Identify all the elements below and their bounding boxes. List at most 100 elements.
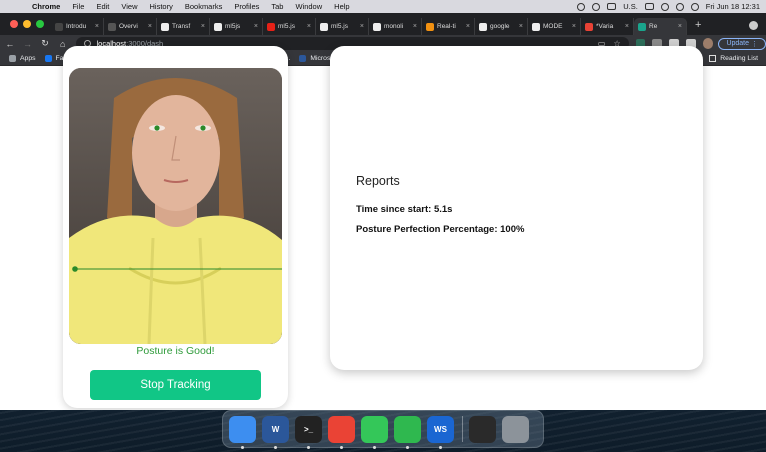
browser-tab[interactable]: Overvi × (104, 18, 157, 35)
mac-dock: W >_ WS (222, 410, 544, 449)
menu-view[interactable]: View (121, 2, 137, 11)
mac-menubar: Chrome File Edit View History Bookmarks … (0, 0, 766, 13)
tab-close-icon[interactable]: × (413, 23, 417, 30)
menu-file[interactable]: File (72, 2, 84, 11)
dock-chrome-icon[interactable] (328, 415, 355, 449)
tab-close-icon[interactable]: × (148, 23, 152, 30)
bookmark-favicon-icon (9, 55, 16, 62)
dock-icon-glyph: WS (434, 424, 447, 434)
profile-avatar[interactable] (702, 38, 714, 49)
screen-record-icon[interactable] (577, 2, 586, 11)
update-label: Update (726, 40, 750, 47)
tab-close-icon[interactable]: × (572, 23, 576, 30)
close-window-button[interactable] (10, 20, 18, 28)
tab-title: google (490, 23, 510, 30)
dock-terminal-icon[interactable]: >_ (295, 415, 322, 449)
wifi-icon[interactable] (660, 2, 669, 11)
webcam-frame (69, 68, 282, 344)
menu-edit[interactable]: Edit (96, 2, 109, 11)
running-indicator (274, 445, 277, 449)
browser-tab[interactable]: ml5.js × (316, 18, 369, 35)
tab-title: ml5.js (278, 23, 295, 30)
dock-recent-app-icon[interactable] (469, 415, 496, 443)
bookmark-label: Apps (20, 55, 36, 62)
chrome-window: Introdu × Overvi × Transf × ml5js × ml5.js × ml5.j… (0, 13, 766, 410)
browser-tab[interactable]: Transf × (157, 18, 210, 35)
browser-tab[interactable]: *Varia × (581, 18, 634, 35)
menu-window[interactable]: Window (295, 2, 322, 11)
menu-help[interactable]: Help (334, 2, 349, 11)
dock-word-icon[interactable]: W (262, 415, 289, 449)
tab-favicon-icon (585, 22, 593, 31)
posture-percentage: Posture Perfection Percentage: 100% (356, 224, 525, 235)
tab-close-icon[interactable]: × (519, 23, 523, 30)
running-indicator (406, 445, 409, 449)
browser-tab[interactable]: monoli × (369, 18, 422, 35)
menubar-clock[interactable]: Fri Jun 18 12:31 (706, 2, 760, 11)
tab-favicon-icon (638, 22, 646, 31)
forward-icon[interactable]: → (20, 39, 36, 49)
dock-messages-icon[interactable] (361, 415, 388, 449)
stop-tracking-button[interactable]: Stop Tracking (90, 370, 261, 400)
browser-tab[interactable]: ml5.js × (263, 18, 316, 35)
camera-card: Posture is Good! Stop Tracking (63, 46, 288, 408)
display-icon[interactable] (607, 3, 617, 10)
dock-finder-icon[interactable] (229, 415, 256, 449)
menu-profiles[interactable]: Profiles (234, 2, 259, 11)
tab-close-icon[interactable]: × (95, 23, 99, 30)
dock-icon-glyph: >_ (303, 424, 314, 434)
browser-tab[interactable]: Real-ti × (422, 18, 475, 35)
tab-favicon-icon (108, 22, 116, 31)
tab-title: Real-ti (437, 23, 456, 30)
bookmark-item[interactable]: Apps (9, 55, 36, 62)
tab-favicon-icon (320, 22, 328, 31)
play-icon[interactable] (592, 2, 601, 11)
browser-tab[interactable]: Introdu × (51, 18, 104, 35)
control-center-icon[interactable] (690, 2, 699, 11)
input-source-label[interactable]: U.S. (623, 2, 638, 11)
trash-icon[interactable] (502, 415, 529, 443)
tab-search-icon[interactable] (749, 21, 758, 30)
new-tab-button[interactable]: + (695, 19, 701, 31)
browser-tab[interactable]: google × (475, 18, 528, 35)
running-indicator (241, 445, 244, 449)
spotlight-search-icon[interactable] (675, 2, 684, 11)
maximize-window-button[interactable] (36, 20, 44, 28)
dashboard-page: Posture is Good! Stop Tracking Reports T… (0, 46, 766, 410)
browser-tab[interactable]: MODE × (528, 18, 581, 35)
dock-webstorm-icon[interactable]: WS (427, 415, 454, 449)
tab-favicon-icon (373, 22, 381, 31)
menu-tab[interactable]: Tab (271, 2, 283, 11)
reload-icon[interactable]: ↻ (37, 38, 53, 49)
menu-bookmarks[interactable]: Bookmarks (185, 2, 223, 11)
bookmark-favicon-icon (44, 55, 52, 62)
battery-icon[interactable] (644, 3, 654, 10)
tab-close-icon[interactable]: × (466, 23, 470, 30)
menu-app-name[interactable]: Chrome (32, 2, 60, 11)
update-button[interactable]: Update ⋮ (718, 37, 766, 50)
tab-favicon-icon (426, 22, 434, 31)
home-icon[interactable]: ⌂ (55, 39, 71, 49)
menu-history[interactable]: History (150, 2, 173, 11)
running-indicator (373, 445, 376, 449)
tab-title: ml5.js (331, 23, 348, 30)
posture-status: Posture is Good! (136, 345, 215, 357)
tab-strip: Introdu × Overvi × Transf × ml5js × ml5.js × ml5.j… (0, 13, 766, 35)
dock-facetime-icon[interactable] (394, 415, 421, 449)
minimize-window-button[interactable] (23, 20, 31, 28)
tab-close-icon[interactable]: × (678, 23, 682, 30)
tab-close-icon[interactable]: × (360, 23, 364, 30)
running-indicator (307, 445, 310, 449)
tab-favicon-icon (479, 22, 487, 31)
reading-list-icon[interactable] (709, 55, 717, 62)
tab-close-icon[interactable]: × (307, 23, 311, 30)
back-icon[interactable]: ← (2, 39, 18, 49)
tab-close-icon[interactable]: × (254, 23, 258, 30)
tab-close-icon[interactable]: × (625, 23, 629, 30)
browser-tab[interactable]: ml5js × (210, 18, 263, 35)
tab-close-icon[interactable]: × (201, 23, 205, 30)
tab-title: ml5js (225, 23, 241, 30)
tab-title: Transf (172, 23, 191, 30)
reading-list-label[interactable]: Reading List (720, 55, 758, 62)
browser-tab[interactable]: Re × (634, 18, 687, 35)
